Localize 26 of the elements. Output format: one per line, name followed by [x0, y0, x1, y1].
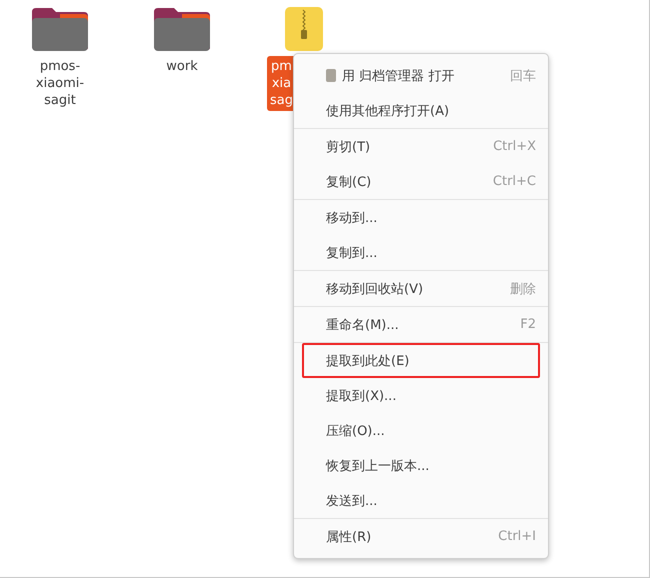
menu-item[interactable]: 发送到...	[302, 483, 540, 518]
menu-item[interactable]: 复制到...	[302, 235, 540, 270]
menu-item[interactable]: 移动到...	[302, 200, 540, 235]
menu-item[interactable]: 恢复到上一版本...	[302, 448, 540, 483]
menu-item[interactable]: 重命名(M)... F2	[302, 307, 540, 342]
shortcut-label: Ctrl+X	[493, 139, 536, 154]
file-name-label[interactable]: pm xia sag	[267, 56, 296, 111]
menu-item[interactable]: 属性(R) Ctrl+I	[302, 519, 540, 554]
menu-item[interactable]: 压缩(O)...	[302, 413, 540, 448]
menu-item[interactable]: 提取到此处(E)	[302, 343, 540, 378]
file-name-label[interactable]: pmos- xiaomi- sagit	[32, 56, 88, 111]
shortcut-label: Ctrl+C	[492, 174, 536, 189]
menu-item[interactable]: 复制(C) Ctrl+C	[302, 164, 540, 199]
file-name-label[interactable]: work	[163, 56, 201, 77]
menu-item[interactable]: 使用其他程序打开(A)	[302, 93, 540, 128]
folder-icon	[152, 6, 212, 52]
shortcut-label: Ctrl+I	[498, 529, 536, 544]
menu-item[interactable]: 移动到回收站(V) 删除	[302, 271, 540, 306]
zip-archive-icon	[284, 6, 324, 52]
menu-item[interactable]: 用 归档管理器 打开 回车	[302, 58, 540, 93]
folder-icon	[30, 6, 90, 52]
menu-item[interactable]: 剪切(T) Ctrl+X	[302, 129, 540, 164]
shortcut-label: F2	[520, 317, 536, 332]
shortcut-label: 回车	[510, 68, 536, 84]
shortcut-label: 删除	[510, 280, 536, 298]
menu-item[interactable]: 提取到(X)...	[302, 378, 540, 413]
